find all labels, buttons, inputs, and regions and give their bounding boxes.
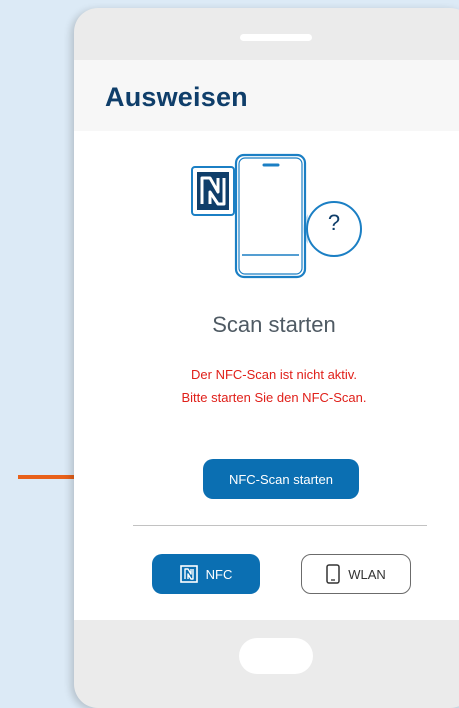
nfc-mode-label: NFC	[205, 566, 233, 582]
phone-frame: Ausweisen ? Scan starten Der NFC-Scan is…	[74, 8, 459, 708]
nfc-mode-button[interactable]: NFC	[152, 554, 260, 594]
nfc-scan-illustration	[191, 153, 362, 279]
wlan-mode-label: WLAN	[348, 566, 386, 582]
error-message-line-2: Bitte starten Sie den NFC-Scan.	[181, 390, 367, 405]
divider	[133, 525, 427, 526]
error-message-line-1: Der NFC-Scan ist nicht aktiv.	[191, 367, 357, 382]
phone-home-button	[239, 638, 313, 674]
wlan-mode-button[interactable]: WLAN	[301, 554, 411, 594]
phone-speaker	[240, 34, 312, 41]
page-title: Ausweisen	[105, 82, 248, 112]
start-nfc-scan-label: NFC-Scan starten	[228, 471, 334, 487]
nfc-icon	[179, 565, 198, 583]
illustration-question-mark: ?	[327, 210, 341, 235]
smartphone-icon	[326, 564, 340, 584]
scan-heading: Scan starten	[212, 312, 336, 337]
app-screen: Ausweisen ? Scan starten Der NFC-Scan is…	[74, 60, 459, 620]
start-nfc-scan-button[interactable]: NFC-Scan starten	[203, 459, 359, 499]
title-bar: Ausweisen	[74, 60, 459, 131]
